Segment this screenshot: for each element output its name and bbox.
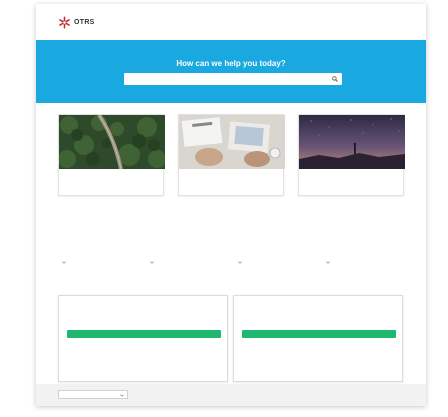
search-icon[interactable] bbox=[332, 76, 338, 82]
chevron-down-icon bbox=[238, 261, 242, 264]
resources-box bbox=[58, 295, 228, 382]
card-custom-content[interactable] bbox=[58, 114, 165, 196]
column-link[interactable] bbox=[58, 247, 143, 252]
workspace-image bbox=[179, 115, 285, 169]
header-nav-bottom bbox=[390, 27, 408, 31]
box-action-button[interactable] bbox=[242, 330, 396, 338]
otrs-star-icon bbox=[59, 16, 70, 29]
search-box bbox=[124, 73, 342, 85]
links-column-3 bbox=[234, 214, 319, 265]
logo[interactable]: OTRS bbox=[58, 16, 95, 29]
column-dropdown[interactable] bbox=[322, 260, 407, 265]
card-provide-services[interactable] bbox=[178, 114, 285, 196]
column-link[interactable] bbox=[234, 221, 319, 226]
column-dropdown[interactable] bbox=[58, 260, 143, 265]
help-center-page: OTRS How can we help you today? bbox=[36, 4, 426, 406]
search-input[interactable] bbox=[124, 73, 324, 85]
hero-banner: How can we help you today? bbox=[36, 40, 426, 103]
site-header: OTRS bbox=[36, 4, 426, 40]
brand-name: OTRS bbox=[74, 19, 95, 26]
night-sky-image bbox=[299, 115, 405, 169]
column-link[interactable] bbox=[146, 247, 231, 252]
column-link[interactable] bbox=[234, 247, 319, 252]
header-nav-top bbox=[390, 15, 408, 19]
column-link[interactable] bbox=[58, 234, 143, 239]
chevron-down-icon bbox=[326, 261, 330, 264]
links-column-4 bbox=[322, 214, 407, 265]
links-column-1 bbox=[58, 214, 143, 265]
column-link[interactable] bbox=[58, 221, 143, 226]
column-link[interactable] bbox=[146, 234, 231, 239]
forest-road-image bbox=[59, 115, 165, 169]
column-dropdown[interactable] bbox=[234, 260, 319, 265]
language-select[interactable] bbox=[58, 390, 128, 399]
chevron-down-icon bbox=[120, 394, 124, 397]
card-corporate-identity[interactable] bbox=[298, 114, 405, 196]
column-link[interactable] bbox=[146, 221, 231, 226]
column-link[interactable] bbox=[322, 234, 407, 239]
chevron-down-icon bbox=[62, 261, 66, 264]
box-action-button[interactable] bbox=[67, 330, 221, 338]
column-link[interactable] bbox=[322, 221, 407, 226]
interface-box bbox=[233, 295, 403, 382]
links-column-2 bbox=[146, 214, 231, 265]
column-link[interactable] bbox=[234, 234, 319, 239]
chevron-down-icon bbox=[150, 261, 154, 264]
hero-title: How can we help you today? bbox=[176, 59, 286, 68]
site-footer bbox=[36, 384, 426, 406]
column-link[interactable] bbox=[322, 247, 407, 252]
column-dropdown[interactable] bbox=[146, 260, 231, 265]
